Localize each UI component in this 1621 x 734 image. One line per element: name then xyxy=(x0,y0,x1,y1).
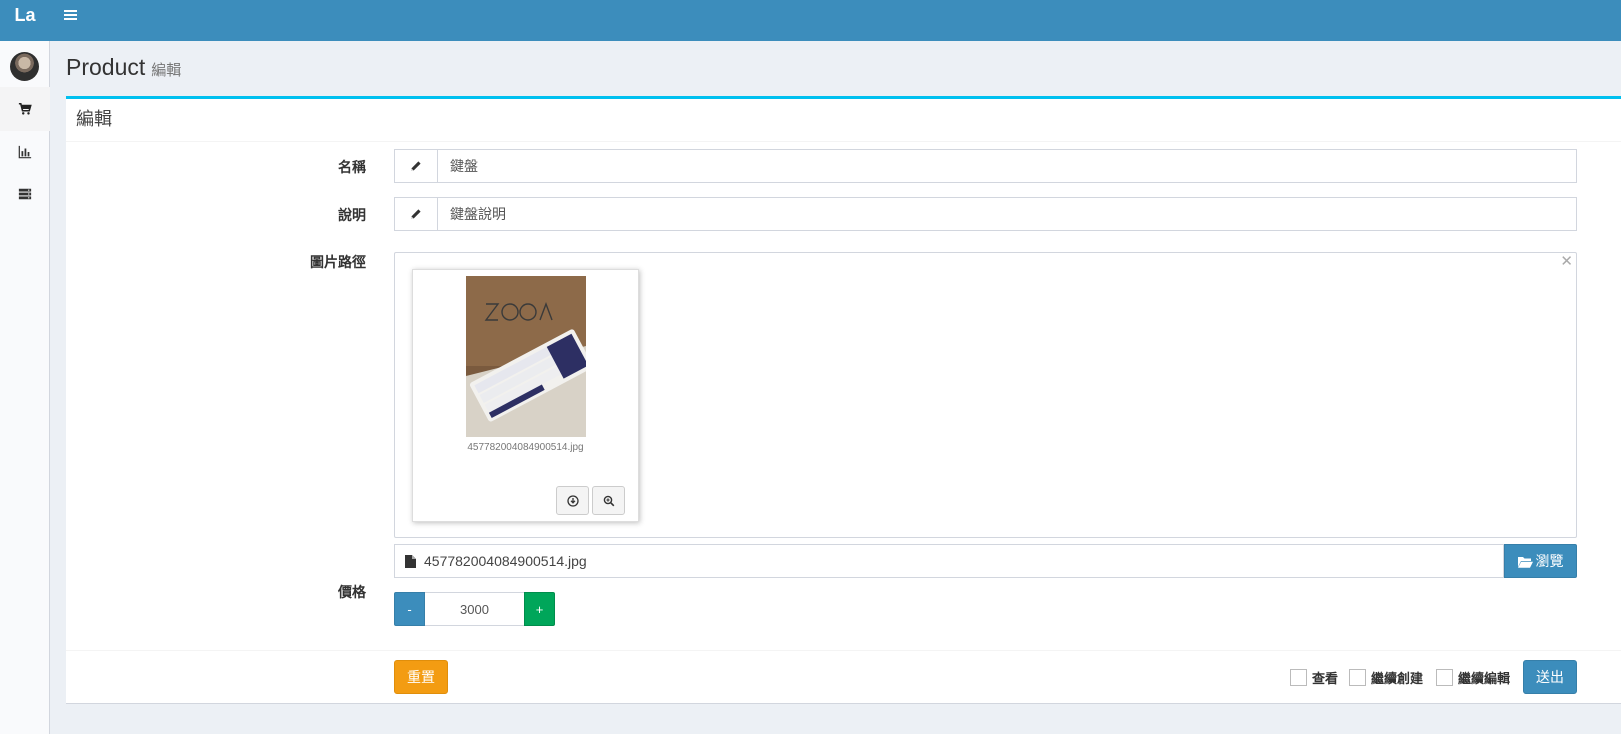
file-icon xyxy=(405,554,416,568)
price-input[interactable] xyxy=(425,592,524,626)
page-subtitle: 編輯 xyxy=(151,62,182,79)
edit-form-box: 編輯 名稱 說明 圖片路徑 ✕ xyxy=(66,96,1621,704)
file-name: 457782004084900514.jpg xyxy=(424,553,587,569)
hamburger-icon[interactable] xyxy=(64,10,77,21)
image-path-label: 圖片路徑 xyxy=(310,254,366,270)
preview-caption: 457782004084900514.jpg xyxy=(467,442,584,453)
name-input[interactable] xyxy=(438,150,1576,182)
submit-button[interactable]: 送出 xyxy=(1523,660,1577,694)
browse-button[interactable]: 瀏覽 xyxy=(1504,544,1577,578)
view-checkbox-box[interactable] xyxy=(1290,669,1307,686)
sidebar-item-charts[interactable] xyxy=(0,130,50,174)
description-addon xyxy=(395,198,438,230)
view-checkbox[interactable]: 查看 xyxy=(1290,668,1338,687)
price-stepper: - + xyxy=(394,592,555,626)
close-icon[interactable]: ✕ xyxy=(1560,252,1573,270)
decrement-button[interactable]: - xyxy=(394,592,425,626)
app-logo[interactable]: La xyxy=(0,0,50,41)
file-preview-area: ✕ 457782004084900514.jpg xyxy=(394,252,1577,538)
pencil-icon xyxy=(411,209,421,219)
bar-chart-icon xyxy=(18,145,32,159)
file-caption[interactable]: 457782004084900514.jpg xyxy=(394,544,1504,578)
increment-button[interactable]: + xyxy=(524,592,555,626)
browse-label: 瀏覽 xyxy=(1535,554,1564,570)
name-label: 名稱 xyxy=(338,159,366,175)
keyboard-preview-image xyxy=(466,276,586,437)
continue-create-checkbox-label: 繼續創建 xyxy=(1371,672,1424,687)
top-navbar: La xyxy=(0,0,1621,41)
description-label: 說明 xyxy=(338,207,366,223)
sidebar xyxy=(0,41,50,734)
file-thumbnail: 457782004084900514.jpg xyxy=(412,269,639,522)
continue-edit-checkbox-label: 繼續編輯 xyxy=(1458,672,1511,687)
shopping-cart-icon xyxy=(18,102,32,115)
continue-edit-checkbox-box[interactable] xyxy=(1436,669,1453,686)
box-title: 編輯 xyxy=(76,109,112,129)
zoom-button[interactable] xyxy=(592,486,625,515)
reset-button[interactable]: 重置 xyxy=(394,660,448,694)
page-title: Product xyxy=(66,54,146,80)
folder-open-icon xyxy=(1517,556,1533,568)
sidebar-item-servers[interactable] xyxy=(0,172,50,216)
price-label: 價格 xyxy=(338,584,366,600)
name-addon xyxy=(395,150,438,182)
download-icon xyxy=(566,494,579,507)
name-field-group xyxy=(394,149,1577,183)
download-button[interactable] xyxy=(556,486,589,515)
sidebar-item-products[interactable] xyxy=(0,87,50,131)
zoom-in-icon xyxy=(603,495,614,506)
continue-create-checkbox-box[interactable] xyxy=(1349,669,1366,686)
content-header: Product 編輯 xyxy=(66,54,181,81)
form-footer: 重置 查看 繼續創建 繼續編輯 送出 xyxy=(66,650,1621,706)
box-header: 編輯 xyxy=(66,99,1621,142)
avatar[interactable] xyxy=(10,52,39,81)
pencil-icon xyxy=(411,161,421,171)
server-icon xyxy=(18,188,32,200)
view-checkbox-label: 查看 xyxy=(1312,672,1339,687)
continue-edit-checkbox[interactable]: 繼續編輯 xyxy=(1436,668,1510,687)
description-field-group xyxy=(394,197,1577,231)
continue-create-checkbox[interactable]: 繼續創建 xyxy=(1349,668,1423,687)
description-input[interactable] xyxy=(438,198,1576,230)
